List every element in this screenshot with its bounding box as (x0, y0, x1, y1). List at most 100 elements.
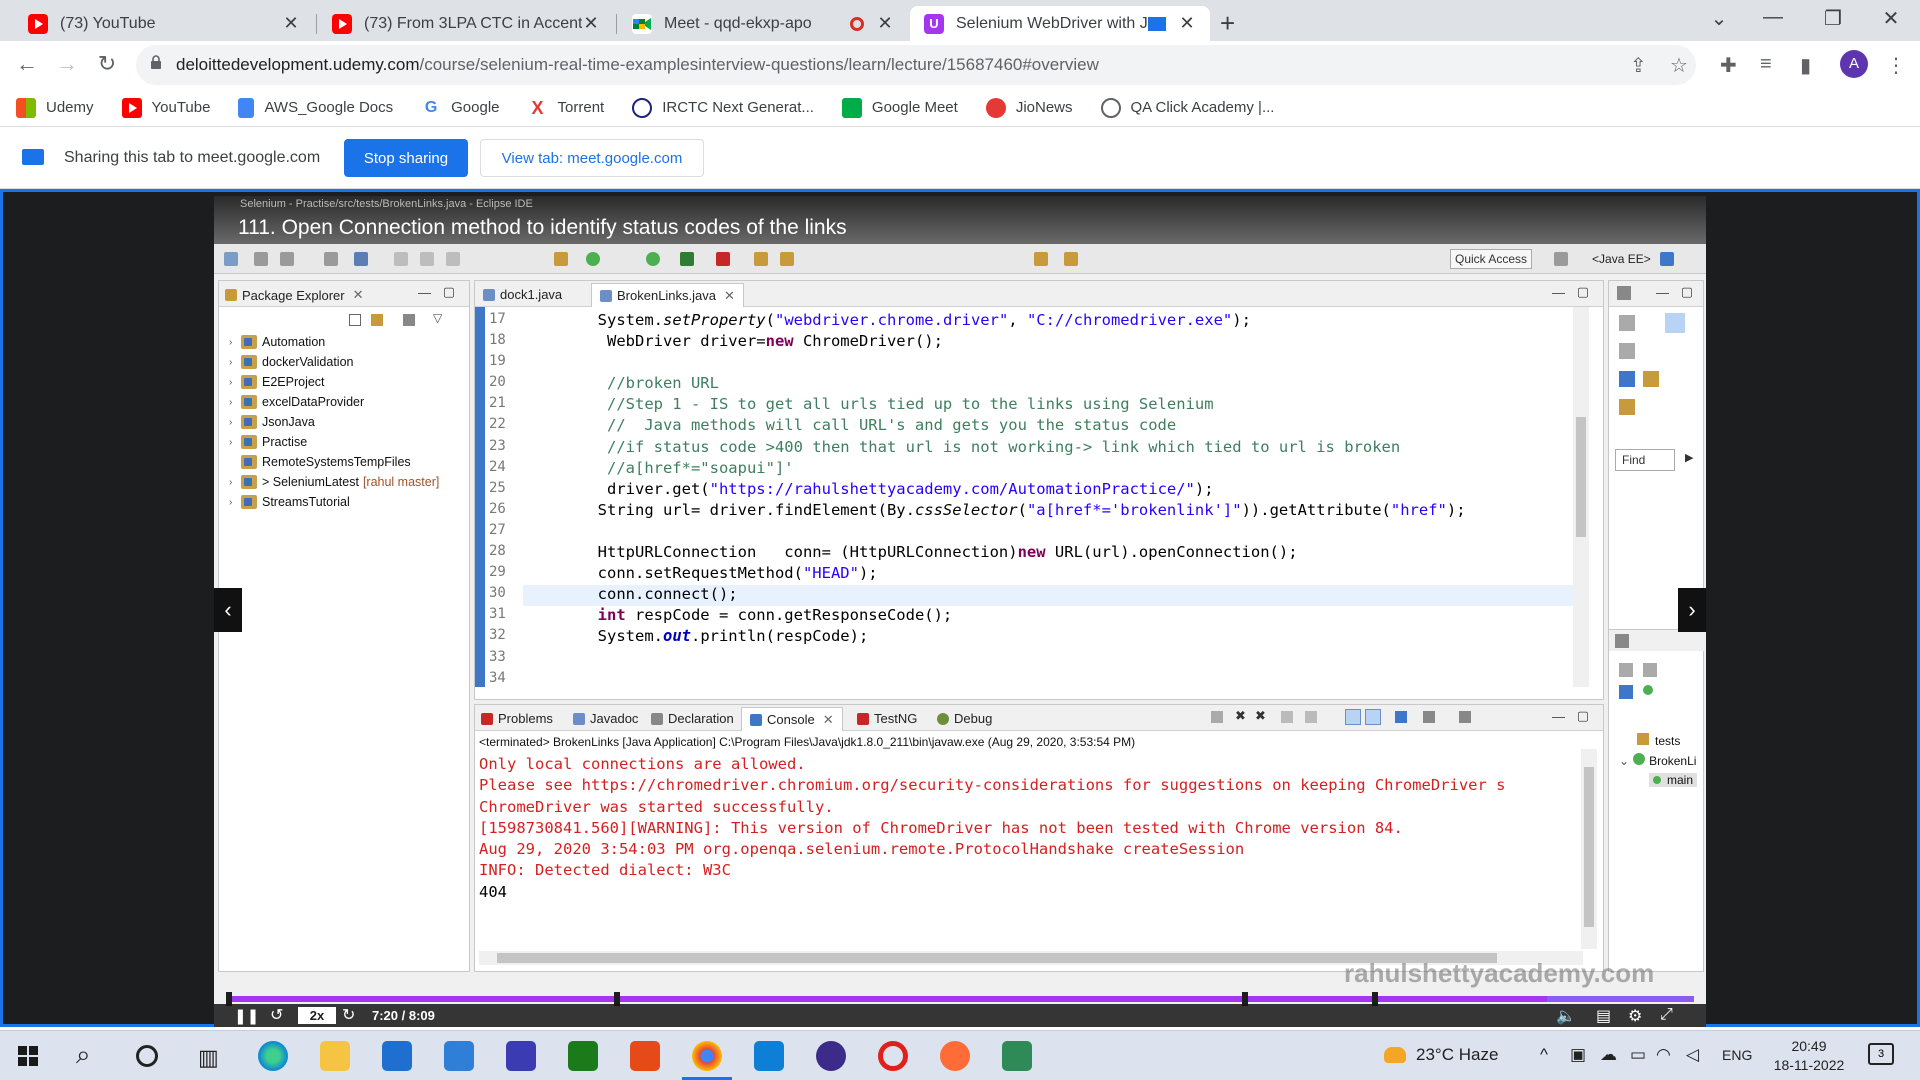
code-area[interactable]: System.setProperty("webdriver.chrome.dri… (523, 311, 1573, 691)
minimize-icon[interactable]: — (1552, 285, 1565, 300)
filter-icon[interactable] (1619, 343, 1635, 359)
new-task-icon[interactable] (1619, 315, 1635, 331)
captions-icon[interactable]: ▤ (1596, 1006, 1611, 1026)
tree-item[interactable]: › E2EProject (229, 375, 325, 389)
tree-item[interactable]: › excelDataProvider (229, 395, 364, 409)
wifi-icon[interactable]: ◠ (1656, 1045, 1671, 1065)
collapse-icon[interactable] (1619, 371, 1635, 387)
perspective-java-ee[interactable]: <Java EE> (1592, 252, 1651, 266)
tab-console[interactable]: Console ✕ (741, 707, 843, 731)
close-icon[interactable]: ✕ (1178, 13, 1196, 34)
minimize-icon[interactable]: — (1656, 285, 1669, 300)
tab-declaration[interactable]: Declaration (651, 711, 734, 726)
back-button[interactable]: ← (12, 51, 42, 77)
browser-tab-youtube[interactable]: (73) YouTube ✕ (14, 6, 314, 41)
close-icon[interactable]: ✕ (353, 287, 364, 303)
previous-lecture-button[interactable]: ‹ (214, 588, 242, 632)
power-automate-icon[interactable] (506, 1041, 536, 1071)
scrollbar-thumb[interactable] (1584, 767, 1594, 927)
open-console-icon[interactable] (1459, 711, 1471, 723)
close-icon[interactable]: ✕ (282, 13, 300, 34)
tree-item[interactable]: › > SeleniumLatest [rahul master] (229, 475, 439, 489)
edge-icon[interactable] (258, 1041, 288, 1071)
postman-icon[interactable] (940, 1041, 970, 1071)
speaker-icon[interactable]: ◁ (1686, 1045, 1699, 1065)
tree-item[interactable]: RemoteSystemsTempFiles (229, 455, 411, 469)
console-output[interactable]: Only local connections are allowed. Plea… (479, 755, 1579, 904)
windows-start-icon[interactable] (18, 1046, 38, 1066)
forward-icon[interactable]: ↻ (342, 1005, 355, 1025)
activate-task-icon[interactable] (1619, 399, 1635, 415)
eclipse-icon[interactable] (816, 1041, 846, 1071)
categorize-icon[interactable] (1665, 313, 1685, 333)
find-field[interactable]: Find (1615, 449, 1675, 471)
weather-widget[interactable]: 23°C Haze (1384, 1045, 1498, 1065)
bookmark-aws-docs[interactable]: AWS_Google Docs (238, 97, 393, 118)
tab-debug[interactable]: Debug (937, 711, 992, 726)
browser-tab-meet[interactable]: Meet - qqd-ekxp-apo ✕ (618, 6, 908, 41)
hide-nonpublic-icon[interactable] (1643, 685, 1653, 695)
language-indicator[interactable]: ENG (1722, 1047, 1752, 1063)
minimize-button[interactable]: — (1758, 6, 1788, 29)
tree-item[interactable]: › JsonJava (229, 415, 315, 429)
bookmark-google-meet[interactable]: Google Meet (841, 97, 958, 118)
cortana-icon[interactable] (136, 1045, 158, 1067)
bookmark-youtube[interactable]: YouTube (121, 97, 210, 118)
video-player[interactable]: Selenium - Practise/src/tests/BrokenLink… (214, 196, 1706, 1027)
show-on-stdout-icon[interactable] (1345, 709, 1361, 725)
scroll-lock-icon[interactable] (1305, 711, 1317, 723)
maximize-icon[interactable]: ▢ (1681, 284, 1693, 300)
bookmark-torrent[interactable]: X Torrent (528, 98, 605, 118)
tree-item[interactable]: › StreamsTutorial (229, 495, 350, 509)
reload-button[interactable]: ↻ (92, 51, 122, 77)
close-icon[interactable]: ✕ (823, 712, 834, 728)
menu-icon[interactable]: ⋮ (1886, 53, 1906, 78)
extensions-icon[interactable]: ✚ (1720, 53, 1737, 78)
playback-speed-button[interactable]: 2x (298, 1007, 336, 1024)
search-icon[interactable]: ⌕ (76, 1039, 91, 1071)
restore-button[interactable]: ❐ (1818, 6, 1848, 31)
rewind-icon[interactable]: ↺ (270, 1005, 283, 1025)
tab-package-explorer[interactable]: Package Explorer ✕ (225, 287, 364, 303)
terminate-icon[interactable] (1211, 711, 1223, 723)
hide-static-icon[interactable] (1619, 685, 1633, 699)
file-explorer-icon[interactable] (320, 1041, 350, 1071)
bookmark-irctc[interactable]: IRCTC Next Generat... (632, 97, 814, 118)
next-lecture-button[interactable]: › (1678, 588, 1706, 632)
microsoft-store-icon[interactable] (382, 1041, 412, 1071)
bookmark-star-icon[interactable]: ☆ (1670, 53, 1688, 78)
clear-console-icon[interactable] (1281, 711, 1293, 723)
bookmark-qa-click-academy[interactable]: QA Click Academy |... (1100, 97, 1274, 118)
stop-sharing-button[interactable]: Stop sharing (344, 139, 468, 177)
network-device-icon[interactable]: ▣ (1570, 1045, 1586, 1065)
tree-item[interactable]: › Practise (229, 435, 307, 449)
side-panel-icon[interactable]: ▮ (1800, 53, 1811, 78)
share-icon[interactable]: ⇪ (1630, 53, 1647, 78)
tree-item[interactable]: › Automation (229, 335, 325, 349)
forward-button[interactable]: → (52, 51, 82, 77)
browser-tab-accenture-video[interactable]: (73) From 3LPA CTC in Accenture ✕ (318, 6, 614, 41)
sort-icon[interactable] (1619, 663, 1633, 677)
pin-console-icon[interactable] (1395, 711, 1407, 723)
battery-icon[interactable]: ▭ (1630, 1045, 1646, 1065)
tab-problems[interactable]: Problems (481, 711, 553, 726)
video-progress-bar[interactable] (226, 996, 1694, 1002)
close-icon[interactable]: ✕ (724, 288, 735, 304)
address-bar[interactable]: deloittedevelopment.udemy.com/course/sel… (136, 45, 1696, 85)
tab-dock1-java[interactable]: dock1.java (483, 287, 562, 302)
office-icon[interactable] (630, 1041, 660, 1071)
hide-fields-icon[interactable] (1643, 663, 1657, 677)
bookmark-jionews[interactable]: JioNews (985, 97, 1073, 118)
minimize-icon[interactable]: — (1552, 709, 1565, 724)
notification-center-icon[interactable]: 3 (1868, 1043, 1894, 1065)
browser-tab-udemy[interactable]: U Selenium WebDriver with Ja ✕ (910, 6, 1210, 41)
profile-avatar[interactable]: A (1840, 50, 1868, 78)
close-icon[interactable]: ✕ (582, 13, 600, 34)
focus-icon[interactable] (1643, 371, 1659, 387)
maximize-icon[interactable]: ▢ (443, 284, 455, 300)
view-tab-button[interactable]: View tab: meet.google.com (480, 139, 704, 177)
outline-item-brokenlinks[interactable]: ⌄ BrokenLi (1619, 753, 1696, 768)
link-editor-icon[interactable] (371, 313, 383, 331)
maximize-icon[interactable]: ▢ (1577, 708, 1589, 724)
bookmark-udemy[interactable]: Udemy (16, 97, 94, 118)
